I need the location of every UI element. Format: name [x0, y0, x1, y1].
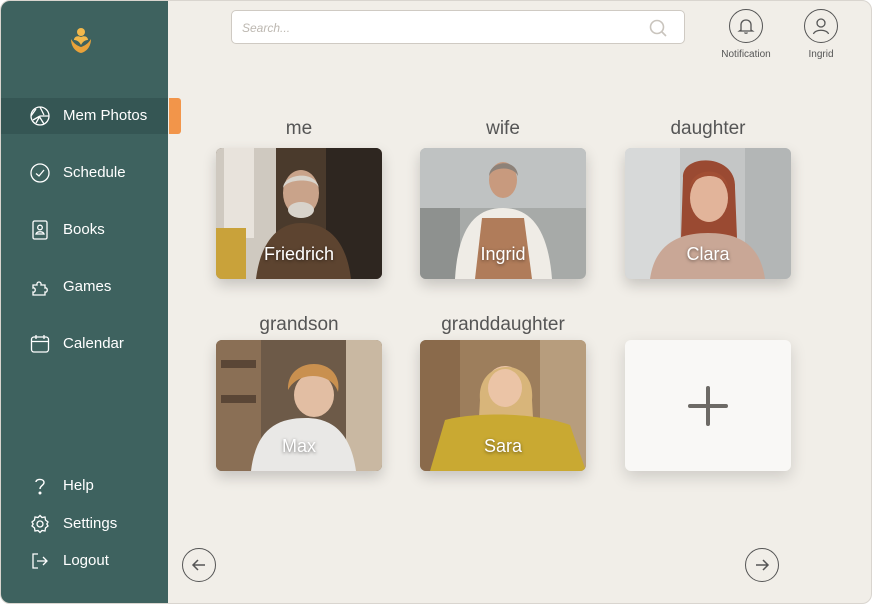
sidebar-item-label: Mem Photos	[63, 107, 148, 124]
user-name-label: Ingrid	[808, 49, 834, 60]
photo-card-clara[interactable]: Clara	[625, 148, 791, 279]
help-button[interactable]: Help	[1, 471, 168, 501]
book-icon	[32, 220, 48, 240]
plus-icon	[688, 385, 728, 426]
sidebar-item-label: Books	[63, 221, 105, 238]
sidebar-item-mem-photos[interactable]: Mem Photos	[1, 98, 181, 134]
card-name: Friedrich	[263, 244, 334, 264]
logout-label: Logout	[63, 552, 109, 569]
app-window: Mem Photos Schedule Books Games Calendar…	[0, 0, 872, 604]
card-title-granddaughter: granddaughter	[441, 314, 565, 335]
user-profile-button[interactable]: Ingrid	[786, 9, 856, 65]
next-page-button[interactable]	[745, 548, 779, 582]
previous-page-button[interactable]	[182, 548, 216, 582]
search-icon[interactable]	[648, 18, 668, 38]
card-name: Max	[281, 436, 316, 456]
active-indicator	[169, 98, 181, 134]
sidebar-item-label: Calendar	[63, 335, 124, 352]
settings-button[interactable]: Settings	[1, 509, 168, 539]
logout-icon	[32, 553, 48, 569]
settings-label: Settings	[63, 515, 118, 532]
search-input[interactable]	[242, 18, 642, 38]
notification-button[interactable]: Notification	[711, 9, 781, 65]
gear-icon	[31, 514, 49, 534]
puzzle-icon	[32, 281, 48, 296]
arrow-left-icon	[191, 559, 205, 571]
user-icon	[812, 18, 830, 35]
card-name: Clara	[686, 244, 730, 264]
aperture-icon	[30, 106, 50, 126]
card-name: Sara	[483, 436, 523, 456]
sidebar-item-label: Schedule	[63, 164, 126, 181]
photo-card-max[interactable]: Max	[216, 340, 382, 471]
notification-circle	[729, 9, 763, 43]
search-bar	[231, 10, 685, 44]
photo-card-sara[interactable]: Sara	[420, 340, 586, 471]
sidebar-item-label: Games	[63, 278, 112, 295]
calendar-icon	[30, 335, 50, 353]
notification-label: Notification	[721, 49, 771, 60]
bell-icon	[737, 19, 755, 34]
card-title-me: me	[285, 118, 313, 139]
photo-card-friedrich[interactable]: Friedrich	[216, 148, 382, 279]
sidebar-item-books[interactable]: Books	[1, 212, 168, 248]
check-circle-icon	[30, 163, 50, 183]
card-title-grandson: grandson	[259, 314, 339, 335]
add-person-button[interactable]	[625, 340, 791, 471]
avatar	[804, 9, 838, 43]
photo-card-ingrid[interactable]: Ingrid	[420, 148, 586, 279]
help-label: Help	[63, 477, 94, 494]
sidebar-item-games[interactable]: Games	[1, 269, 168, 305]
card-title-wife: wife	[486, 118, 520, 139]
question-icon	[35, 478, 45, 495]
sidebar-item-calendar[interactable]: Calendar	[1, 326, 168, 362]
sidebar-item-schedule[interactable]: Schedule	[1, 155, 168, 191]
arrow-right-icon	[756, 559, 770, 571]
logout-button[interactable]: Logout	[1, 546, 168, 576]
card-name: Ingrid	[480, 244, 526, 264]
card-title-daughter: daughter	[670, 118, 746, 139]
sidebar: Mem Photos Schedule Books Games Calendar…	[1, 1, 181, 603]
flower-hands-logo	[71, 28, 91, 53]
